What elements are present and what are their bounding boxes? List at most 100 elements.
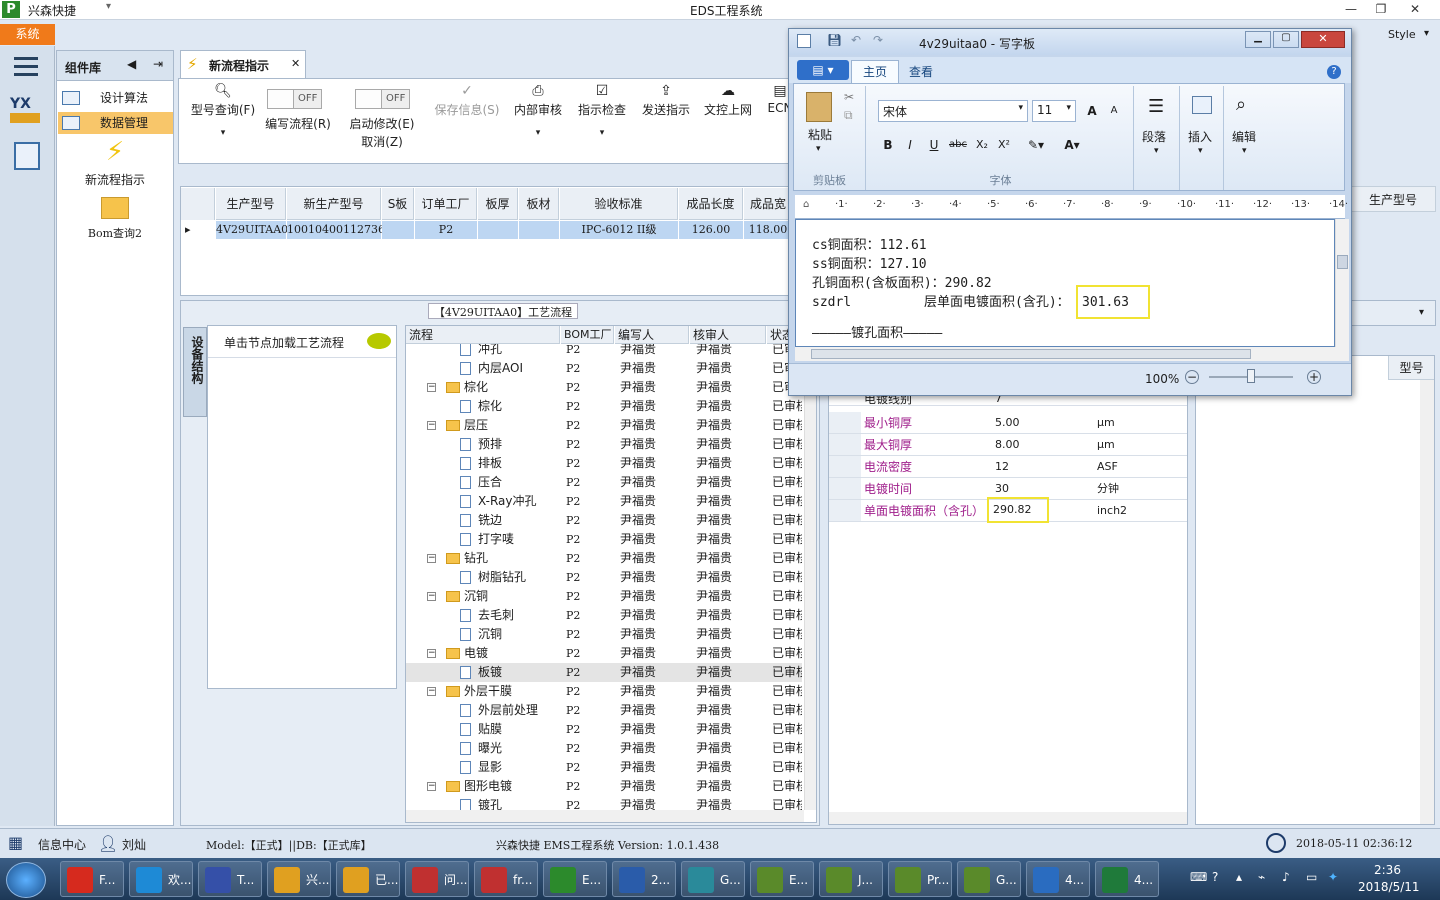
tree-item-row[interactable]: 外层前处理 P2 尹福贵 尹福贵 已审核 [406,701,802,720]
collapse-icon[interactable]: − [427,782,436,791]
tree-vertical-scrollbar[interactable] [804,344,816,810]
calculator-icon[interactable] [14,142,40,170]
param-horizontal-scrollbar[interactable] [829,812,1187,824]
redo-icon[interactable]: ↷ [873,33,883,47]
tree-folder-row[interactable]: − 图形电镀 P2 尹福贵 尹福贵 已审核 [406,777,802,796]
send-instruction-button[interactable]: ⇪ 发送指示 [637,83,695,118]
taskbar-app-button[interactable]: G... [957,861,1021,897]
restore-icon[interactable]: ❐ [1366,0,1396,18]
taskbar-app-button[interactable]: 已... [336,861,400,897]
edit-flow-toggle[interactable]: OFF [267,89,322,109]
tree-folder-row[interactable]: − 层压 P2 尹福贵 尹福贵 已审核 [406,416,802,435]
tree-header[interactable]: 编写人 [615,326,689,344]
taskbar-app-button[interactable]: 欢... [129,861,193,897]
tree-item-row[interactable]: 排板 P2 尹福贵 尹福贵 已审核 [406,454,802,473]
taskbar-app-button[interactable]: F... [60,861,124,897]
tree-item-row[interactable]: 贴膜 P2 尹福贵 尹福贵 已审核 [406,720,802,739]
grid-cell[interactable]: 118.00 [744,221,792,239]
info-center[interactable]: 信息中心 [38,836,86,853]
save-info-button[interactable]: ✓ 保存信息(S) [429,83,505,118]
grid-header[interactable]: 板材 [519,188,559,220]
clock-date[interactable]: 2018/5/11 [1358,880,1420,894]
yx-module-icon[interactable]: YX [10,96,42,126]
taskbar-app-button[interactable]: 2... [612,861,676,897]
grid-cell[interactable]: 4V29UITAA0 [216,221,288,239]
model-vertical-scrollbar[interactable] [1420,380,1434,824]
sidebar-item-data-management[interactable]: 数据管理 [58,112,173,134]
document-body[interactable]: cs铜面积：112.61 ss铜面积：127.10 孔铜面积(含板面积)：290… [795,219,1335,347]
collapse-icon[interactable]: − [427,592,436,601]
zoom-slider-thumb[interactable] [1247,369,1255,383]
strikethrough-icon[interactable]: abc [948,134,968,154]
grid-cell[interactable] [382,221,414,239]
tree-item-row[interactable]: 板镀 P2 尹福贵 尹福贵 已审核 [406,663,802,682]
paste-icon[interactable] [806,92,832,122]
network-icon[interactable]: ⌁ [1258,870,1265,884]
edit-button[interactable]: 编辑 [1232,128,1256,145]
cancel-button[interactable]: 取消(Z) [343,133,421,150]
subscript-icon[interactable]: X₂ [972,134,992,154]
volume-icon[interactable]: ♪ [1282,870,1290,884]
bold-icon[interactable]: B [878,134,898,154]
tree-folder-row[interactable]: − 沉铜 P2 尹福贵 尹福贵 已审核 [406,587,802,606]
file-menu-button[interactable]: ▤ ▾ [797,60,849,80]
clock-time[interactable]: 2:36 [1374,863,1401,877]
grid-header[interactable]: 板厚 [478,188,518,220]
document-horizontal-scrollbar[interactable] [795,347,1349,361]
document-vertical-scrollbar[interactable] [1335,219,1349,347]
tree-item-row[interactable]: 内层AOIP2尹福贵尹福贵已审核 [406,359,802,378]
tree-folder-row[interactable]: − 电镀 P2 尹福贵 尹福贵 已审核 [406,644,802,663]
model-query-button[interactable]: 🔍︎ 型号查询(F) ▾ [185,83,261,138]
taskbar-app-button[interactable]: E... [750,861,814,897]
grid-cell[interactable]: 10010400112736 [287,221,385,239]
zoom-out-icon[interactable]: − [1185,370,1199,384]
grid-cell[interactable]: 126.00 [679,221,743,239]
collapse-icon[interactable]: − [427,649,436,658]
grid-header[interactable]: 验收标准 [560,188,678,220]
tab-home[interactable]: 主页 [851,60,899,84]
tree-folder-row[interactable]: − 外层干膜 P2 尹福贵 尹福贵 已审核 [406,682,802,701]
tree-item-row[interactable]: 冲孔P2尹福贵尹福贵已审核 [406,344,802,359]
tree-folder-row[interactable]: −棕化P2尹福贵尹福贵已审核 [406,378,802,397]
edit-group[interactable]: ⌕ 编辑 ▾ [1226,86,1268,190]
collapse-left-icon[interactable]: ◀ [127,57,136,71]
tree-header[interactable]: 流程 [406,326,560,344]
param-value[interactable]: 5.00 [995,412,1020,434]
grid-header[interactable]: 成品宽 [744,188,792,220]
taskbar-app-button[interactable]: E... [543,861,607,897]
help-icon[interactable]: ? [1327,65,1341,79]
tree-item-row[interactable]: 曝光 P2 尹福贵 尹福贵 已审核 [406,739,802,758]
taskbar-app-button[interactable]: fr... [474,861,538,897]
feather-icon[interactable]: ✦ [1328,870,1338,884]
close-icon[interactable]: ✕ [1301,31,1345,48]
undo-icon[interactable]: ↶ [851,33,861,47]
collapse-icon[interactable]: − [427,383,436,392]
font-size-select[interactable]: 11 ▾ [1032,100,1076,122]
internal-review-button[interactable]: ⎙ 内部审核 ▾ [509,83,567,138]
minimize-icon[interactable]: — [1336,0,1366,18]
paragraph-button[interactable]: 段落 [1142,128,1166,145]
insert-group[interactable]: 插入 ▾ [1182,86,1224,190]
param-row[interactable]: 最大铜厚 8.00 μm [829,434,1187,456]
tree-header[interactable]: 核审人 [690,326,766,344]
style-dropdown-icon[interactable]: ▾ [1424,28,1429,39]
tree-horizontal-scrollbar[interactable] [406,810,804,822]
grid-cell[interactable] [519,221,559,239]
shrink-font-icon[interactable]: A [1104,100,1124,120]
cut-icon[interactable]: ✂ [844,90,854,104]
style-menu[interactable]: Style [1388,28,1416,41]
param-value[interactable]: 12 [995,456,1009,478]
quick-access-dropdown-icon[interactable]: ▾ [106,1,111,12]
taskbar-app-button[interactable]: 4... [1026,861,1090,897]
save-icon[interactable]: 💾︎ [827,33,842,47]
system-menu-button[interactable]: 系统 [0,24,55,45]
help-tray-icon[interactable]: ? [1212,870,1218,884]
chevron-down-icon[interactable]: ▾ [816,144,821,154]
font-name-select[interactable]: 宋体 ▾ [878,100,1028,122]
hamburger-menu-icon[interactable] [14,57,38,76]
underline-icon[interactable]: U [924,134,944,154]
tree-item-row[interactable]: X-Ray冲孔 P2 尹福贵 尹福贵 已审核 [406,492,802,511]
collapse-icon[interactable]: − [427,421,436,430]
taskbar-app-button[interactable]: 4... [1095,861,1159,897]
grid-header[interactable]: 生产型号 [216,188,286,220]
